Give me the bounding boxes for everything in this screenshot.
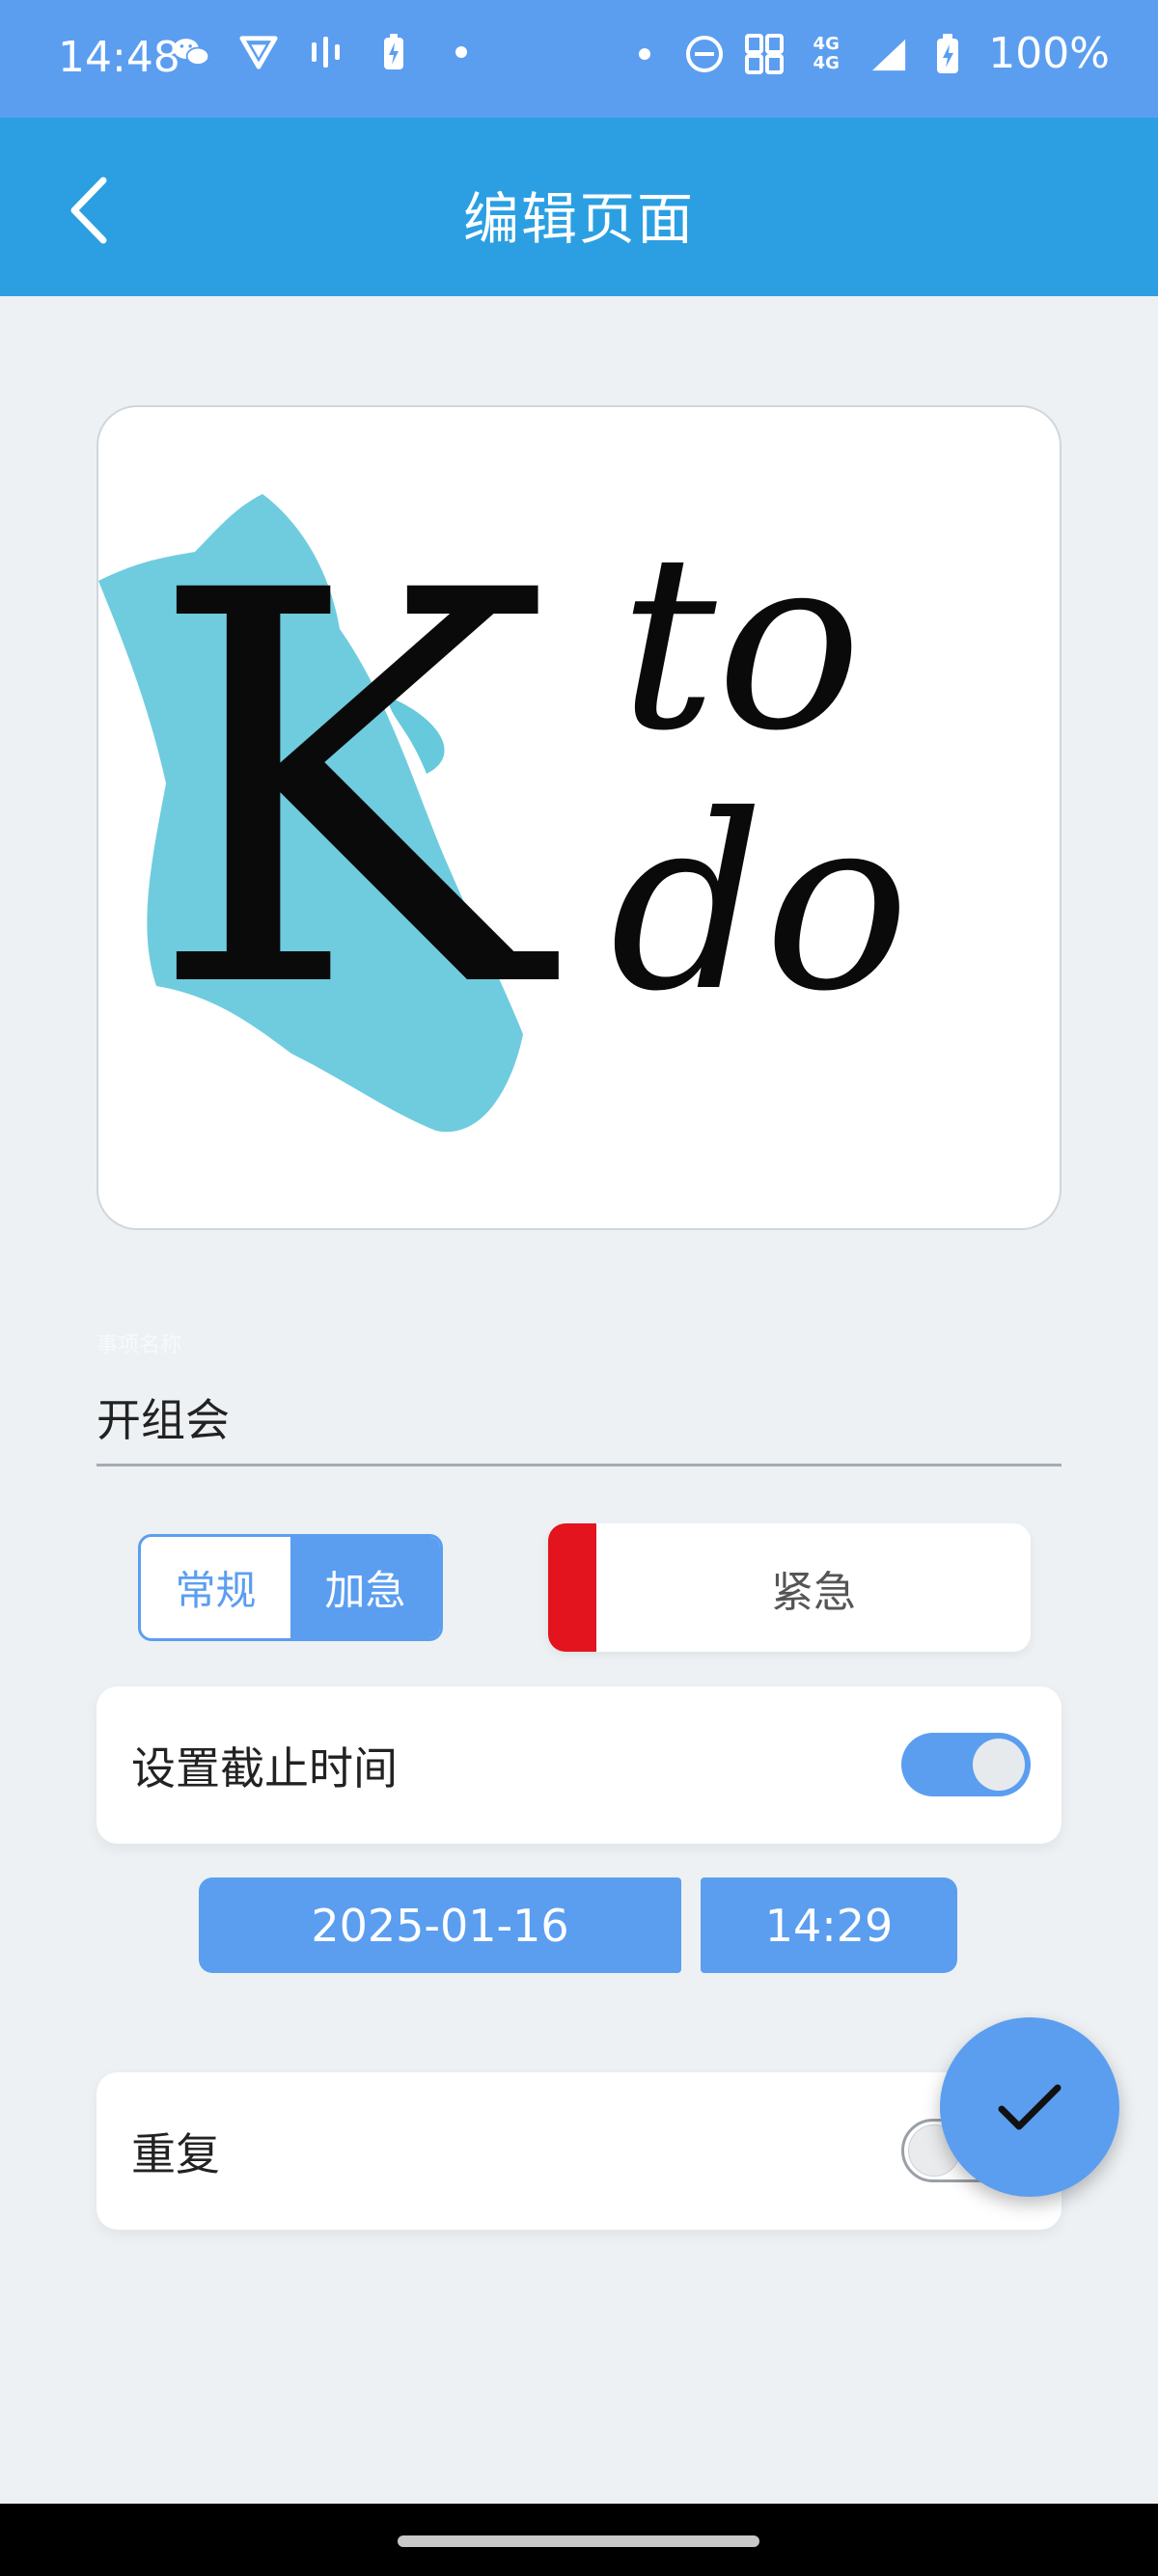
page-title: 编辑页面	[462, 186, 695, 252]
signal-icon	[868, 31, 907, 77]
network-label-top: 4G	[813, 33, 840, 54]
status-icons-left	[172, 29, 481, 75]
repeat-label: 重复	[131, 2127, 220, 2180]
deadline-toggle[interactable]	[901, 1733, 1031, 1796]
priority-level-card[interactable]: 紧急	[548, 1523, 1031, 1652]
logo-text-to: to	[620, 503, 862, 783]
status-icons-right: 4G 4G 100%	[625, 29, 1110, 78]
notification-dot-icon	[442, 29, 481, 75]
priority-color-bar	[548, 1523, 596, 1652]
system-nav-bar	[0, 2504, 1158, 2576]
app-bar: 编辑页面	[0, 118, 1158, 296]
network-label-bottom: 4G	[813, 52, 840, 73]
deadline-date-button[interactable]: 2025-01-16	[199, 1877, 681, 1973]
priority-level-label: 紧急	[771, 1567, 856, 1617]
battery-icon	[928, 31, 967, 77]
battery-charging-small-icon	[374, 29, 413, 75]
dot-icon	[625, 31, 664, 77]
deadline-time-button[interactable]: 14:29	[701, 1877, 957, 1973]
logo-image-card[interactable]: K to do	[96, 405, 1062, 1230]
vpn-icon	[239, 29, 278, 75]
deadline-card: 设置截止时间	[96, 1686, 1062, 1844]
status-bar: 14:48 4G 4G 100%	[0, 0, 1158, 118]
home-indicator[interactable]	[398, 2535, 759, 2547]
network-type-icon: 4G 4G	[805, 31, 847, 77]
nfc-icon	[745, 31, 785, 77]
battery-percent: 100%	[988, 29, 1110, 78]
title-hint: 事项名称	[96, 1333, 182, 1357]
toggle-knob	[973, 1739, 1025, 1791]
task-title-input[interactable]	[96, 1370, 1062, 1466]
status-time: 14:48	[58, 33, 180, 82]
logo-letter-k: K	[147, 479, 551, 1108]
priority-urgent-button[interactable]: 加急	[290, 1537, 440, 1638]
deadline-label: 设置截止时间	[131, 1741, 398, 1795]
audio-bars-icon	[307, 29, 345, 75]
repeat-card: 重复	[96, 2072, 1062, 2230]
priority-segmented-control: 常规 加急	[138, 1534, 443, 1641]
check-icon	[998, 2084, 1062, 2130]
logo-text-do: do	[610, 763, 910, 1044]
priority-normal-button[interactable]: 常规	[141, 1537, 290, 1638]
wechat-icon	[172, 29, 210, 75]
save-fab-button[interactable]	[940, 2017, 1119, 2197]
do-not-disturb-icon	[685, 31, 724, 77]
